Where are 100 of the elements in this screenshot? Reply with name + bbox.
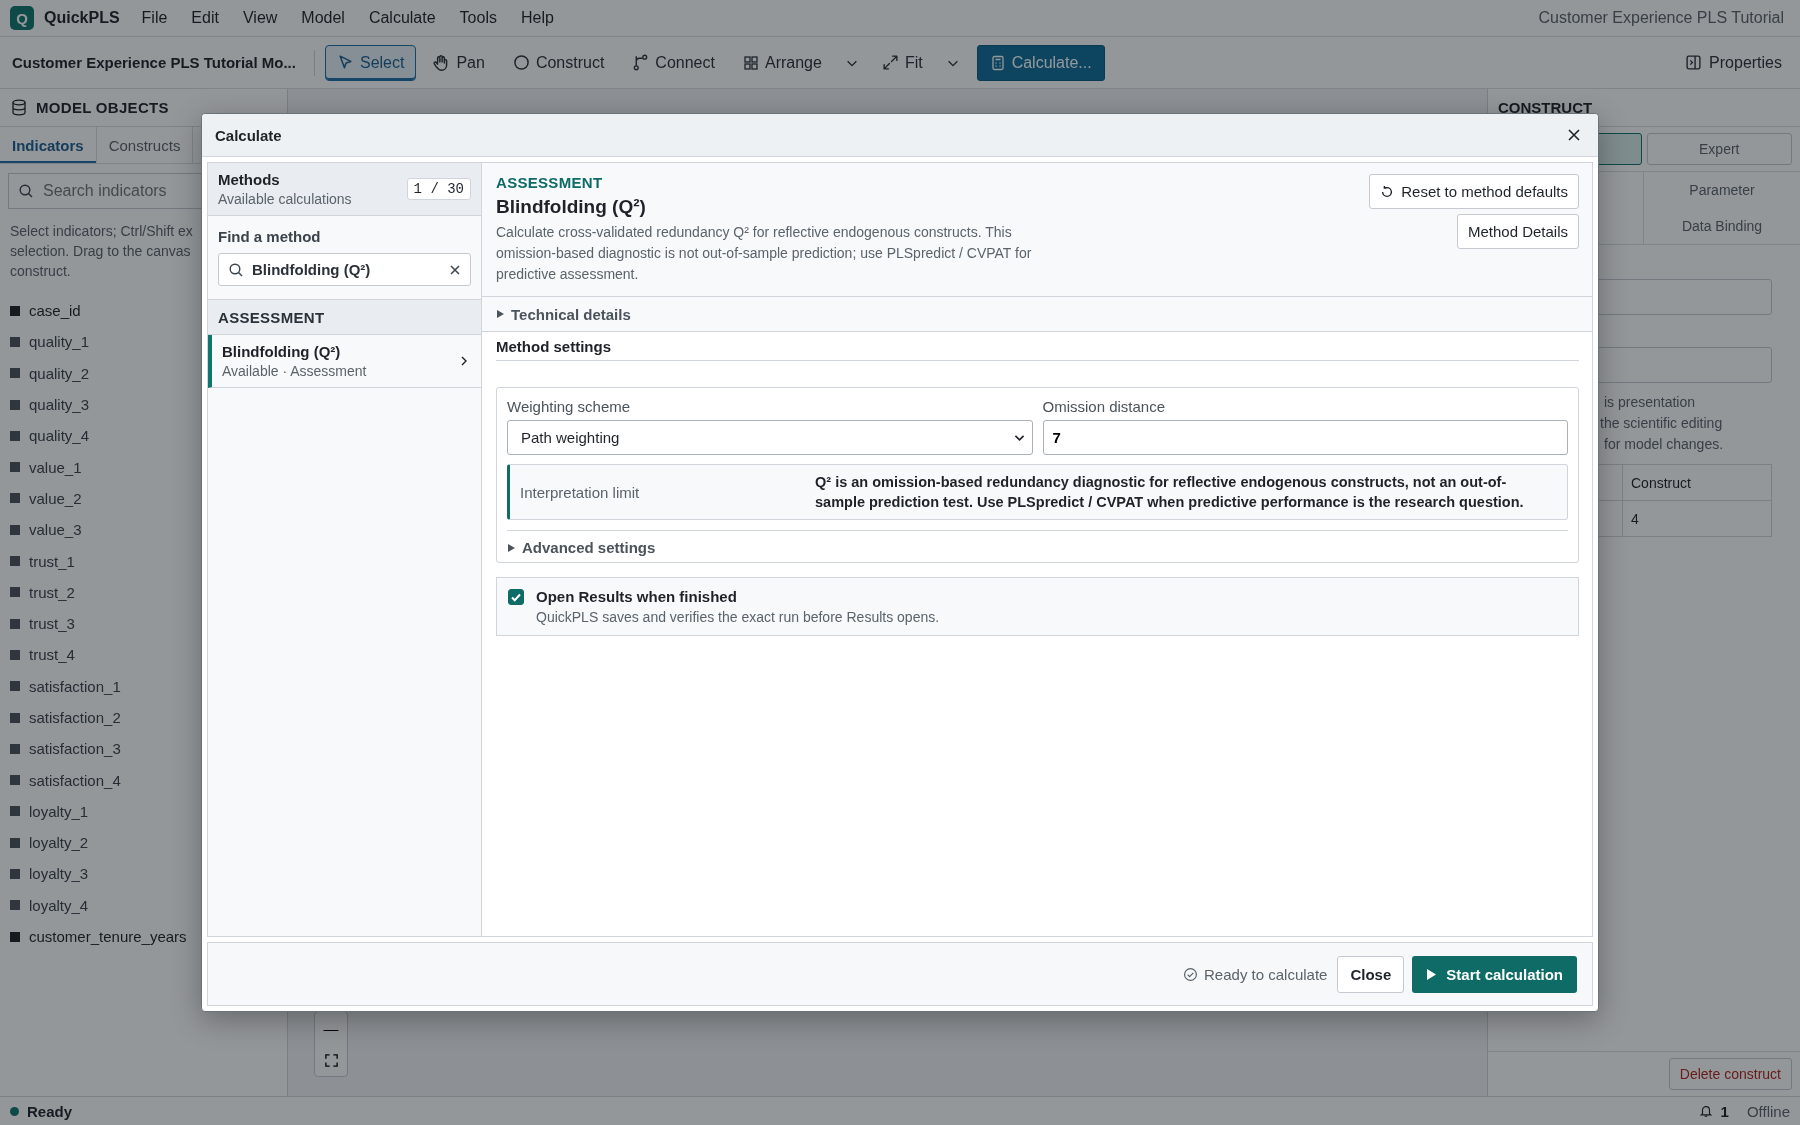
indicator-item[interactable]: quality_1 bbox=[29, 333, 90, 351]
mode-button[interactable]: Expert bbox=[1646, 133, 1792, 165]
tool-button[interactable]: Arrange bbox=[730, 44, 834, 81]
menu-item[interactable]: View bbox=[242, 9, 278, 27]
panel-tab[interactable]: Parameter bbox=[1644, 172, 1800, 208]
indicator-item[interactable]: loyalty_2 bbox=[29, 834, 89, 852]
menu-item[interactable]: Calculate bbox=[368, 9, 436, 27]
start-calculation-button[interactable]: Start calculation bbox=[1412, 955, 1577, 993]
indicator-item[interactable]: value_3 bbox=[29, 521, 82, 539]
fullscreen-icon bbox=[323, 1052, 339, 1068]
search-icon bbox=[18, 183, 34, 199]
panel-tab[interactable]: Data Binding bbox=[1644, 208, 1800, 244]
checkbox[interactable] bbox=[508, 589, 524, 605]
panel-heading: CONSTRUCT bbox=[1498, 99, 1593, 116]
status-text: Ready bbox=[27, 1102, 73, 1120]
method-details-button[interactable]: Method Details bbox=[1456, 214, 1579, 249]
help-text: selection. Drag to the canvas bbox=[10, 242, 191, 261]
close-icon bbox=[1566, 127, 1582, 143]
delete-button[interactable]: Delete construct bbox=[1668, 1058, 1792, 1090]
advanced-settings-toggle[interactable]: Advanced settings bbox=[507, 530, 1568, 562]
input-field[interactable]: 7 bbox=[1042, 420, 1568, 455]
indicator-item[interactable]: customer_tenure_years bbox=[29, 928, 187, 946]
category-label: ASSESSMENT bbox=[496, 174, 603, 191]
method-meta: Available · Assessment bbox=[222, 363, 367, 379]
tool-button[interactable]: Connect bbox=[620, 44, 727, 81]
indicator-item[interactable]: trust_4 bbox=[29, 646, 75, 664]
indicator-item[interactable]: trust_1 bbox=[29, 552, 75, 570]
indicator-item[interactable]: trust_2 bbox=[29, 583, 75, 601]
connection-status: Offline bbox=[1746, 1102, 1790, 1120]
note-text: is presentation bbox=[1604, 393, 1696, 412]
indicator-item[interactable]: loyalty_1 bbox=[29, 802, 89, 820]
field-label: Omission distance bbox=[1042, 398, 1166, 415]
dialog-title: Calculate bbox=[215, 126, 283, 144]
panel-heading: MODEL OBJECTS bbox=[36, 99, 169, 116]
status-dot bbox=[10, 1106, 19, 1116]
tool-button[interactable]: Select bbox=[324, 44, 417, 81]
notification-count: 1 bbox=[1720, 1102, 1729, 1120]
window-title: Customer Experience PLS Tutorial bbox=[1538, 9, 1784, 27]
chevron-right-icon bbox=[459, 355, 469, 367]
indicator-item[interactable]: satisfaction_1 bbox=[29, 677, 121, 695]
clear-icon[interactable] bbox=[449, 263, 461, 276]
note-text: for model changes. bbox=[1604, 435, 1724, 454]
method-description: Calculate cross-validated redundancy Q² for reflective endogenous constructs. This omission-based diagnostic is not out-of-sample prediction; use PLSpredict / CVPAT for predictive assessment. bbox=[496, 223, 1033, 284]
bell-icon[interactable] bbox=[1698, 1104, 1713, 1118]
note-label: Interpretation limit bbox=[520, 483, 641, 501]
method-item[interactable]: Blindfolding (Q²) Available · Assessment bbox=[208, 335, 481, 388]
circle-icon bbox=[512, 54, 530, 71]
indicator-item[interactable]: case_id bbox=[29, 302, 81, 320]
section-heading: Method settings bbox=[496, 337, 611, 355]
indicator-item[interactable]: value_1 bbox=[29, 458, 82, 476]
indicator-item[interactable]: value_2 bbox=[29, 489, 82, 507]
sidebar-tab[interactable]: Indicators bbox=[0, 127, 97, 163]
project-title: Customer Experience PLS Tutorial Mo... bbox=[12, 54, 296, 71]
checkbox-label: Open Results when finished bbox=[536, 588, 737, 605]
close-button[interactable]: Close bbox=[1337, 955, 1405, 993]
zoom-out-button[interactable]: — bbox=[315, 1012, 347, 1044]
table-cell-text: 4 bbox=[1630, 509, 1640, 529]
checkbox-description: QuickPLS saves and verifies the exact run before Results opens. bbox=[536, 609, 940, 625]
sidebar-tab[interactable]: Constructs bbox=[96, 127, 194, 163]
menu-item[interactable]: Model bbox=[301, 9, 345, 27]
panel-icon bbox=[1685, 54, 1703, 71]
indicator-item[interactable]: satisfaction_4 bbox=[29, 771, 121, 789]
help-text: Select indicators; Ctrl/Shift ex bbox=[10, 222, 193, 241]
help-text: construct. bbox=[10, 262, 71, 281]
tool-button[interactable]: Construct bbox=[500, 44, 617, 81]
search-field[interactable]: Blindfolding (Q²) bbox=[218, 253, 471, 286]
indicator-item[interactable]: trust_3 bbox=[29, 615, 75, 633]
indicator-item[interactable]: quality_4 bbox=[29, 427, 90, 445]
indicator-item[interactable]: quality_2 bbox=[29, 364, 90, 382]
field-label: Find a method bbox=[218, 228, 321, 245]
technical-details-toggle[interactable]: Technical details bbox=[482, 297, 1592, 332]
note-text: the scientific editing bbox=[1600, 414, 1723, 433]
ready-status: Ready to calculate bbox=[1204, 965, 1328, 983]
method-name: Blindfolding (Q²) bbox=[222, 343, 341, 360]
menu-item[interactable]: File bbox=[141, 9, 168, 27]
dropdown-field[interactable]: Path weighting bbox=[507, 420, 1033, 455]
menu-item[interactable]: Edit bbox=[191, 9, 219, 27]
tool-button[interactable]: Fit bbox=[869, 44, 935, 81]
group-heading: ASSESSMENT bbox=[218, 308, 325, 326]
indicator-item[interactable]: loyalty_4 bbox=[29, 896, 89, 914]
field-label: Weighting scheme bbox=[507, 398, 631, 415]
search-icon bbox=[228, 261, 244, 278]
menu-item[interactable]: Tools bbox=[459, 9, 497, 27]
calculate-button[interactable]: Calculate... bbox=[976, 44, 1105, 81]
play-icon bbox=[1426, 967, 1438, 981]
reset-button[interactable]: Reset to method defaults bbox=[1369, 174, 1579, 209]
disclosure-icon bbox=[496, 309, 505, 319]
app-logo: Q bbox=[10, 6, 34, 30]
indicator-item[interactable]: satisfaction_3 bbox=[29, 740, 121, 758]
app-name: QuickPLS bbox=[44, 9, 120, 27]
check-circle-icon bbox=[1183, 966, 1199, 982]
database-icon bbox=[11, 99, 27, 116]
indicator-item[interactable]: loyalty_3 bbox=[29, 865, 89, 883]
reset-icon bbox=[1380, 184, 1395, 199]
indicator-item[interactable]: quality_3 bbox=[29, 396, 90, 414]
indicator-item[interactable]: satisfaction_2 bbox=[29, 709, 121, 726]
properties-button[interactable]: Properties bbox=[1679, 52, 1788, 73]
tool-button[interactable]: Pan bbox=[420, 44, 497, 81]
grid-icon bbox=[742, 54, 759, 71]
menu-item[interactable]: Help bbox=[520, 9, 554, 27]
